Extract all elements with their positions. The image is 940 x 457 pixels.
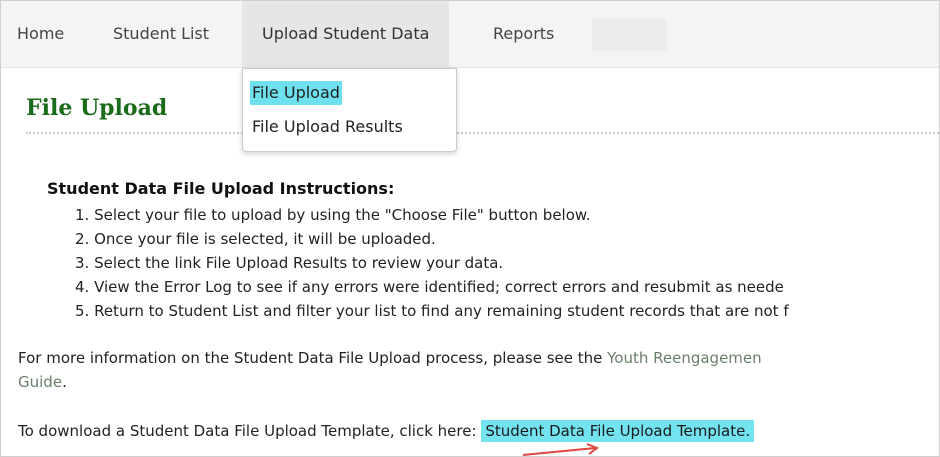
instructions-list: 1. Select your file to upload by using t… [75, 203, 789, 323]
page-title: File Upload [26, 95, 168, 121]
nav-placeholder [592, 19, 667, 51]
nav-upload-student-data[interactable]: Upload Student Data [242, 1, 450, 67]
red-arrow-annotation [522, 443, 600, 456]
instruction-step: 1. Select your file to upload by using t… [75, 206, 591, 224]
nav-student-list[interactable]: Student List [93, 1, 229, 67]
info-paragraph: For more information on the Student Data… [18, 346, 762, 370]
info-paragraph-continued: Guide. [18, 370, 67, 394]
arrow-shaft [522, 447, 596, 456]
template-download-link[interactable]: Student Data File Upload Template. [481, 420, 755, 442]
instruction-step: 4. View the Error Log to see if any erro… [75, 278, 784, 296]
info-tail: . [62, 373, 67, 391]
page-container: Home Student List Upload Student Data Re… [0, 0, 940, 457]
menu-item-file-upload[interactable]: File Upload [250, 81, 342, 105]
guide-link[interactable]: Youth Reengagemen [607, 349, 762, 367]
instruction-step: 5. Return to Student List and filter you… [75, 302, 789, 320]
menu-item-file-upload-results[interactable]: File Upload Results [250, 115, 405, 139]
top-navigation: Home Student List Upload Student Data Re… [1, 1, 939, 68]
guide-link-continued[interactable]: Guide [18, 373, 62, 391]
nav-home[interactable]: Home [1, 1, 82, 67]
info-text: For more information on the Student Data… [18, 349, 608, 367]
download-text: To download a Student Data File Upload T… [18, 422, 482, 440]
instructions-heading: Student Data File Upload Instructions: [47, 179, 395, 198]
upload-dropdown-menu: File Upload File Upload Results [242, 68, 457, 152]
title-divider [26, 132, 939, 134]
nav-reports[interactable]: Reports [473, 1, 574, 67]
instruction-step: 3. Select the link File Upload Results t… [75, 254, 504, 272]
download-paragraph: To download a Student Data File Upload T… [18, 419, 755, 443]
instruction-step: 2. Once your file is selected, it will b… [75, 230, 436, 248]
